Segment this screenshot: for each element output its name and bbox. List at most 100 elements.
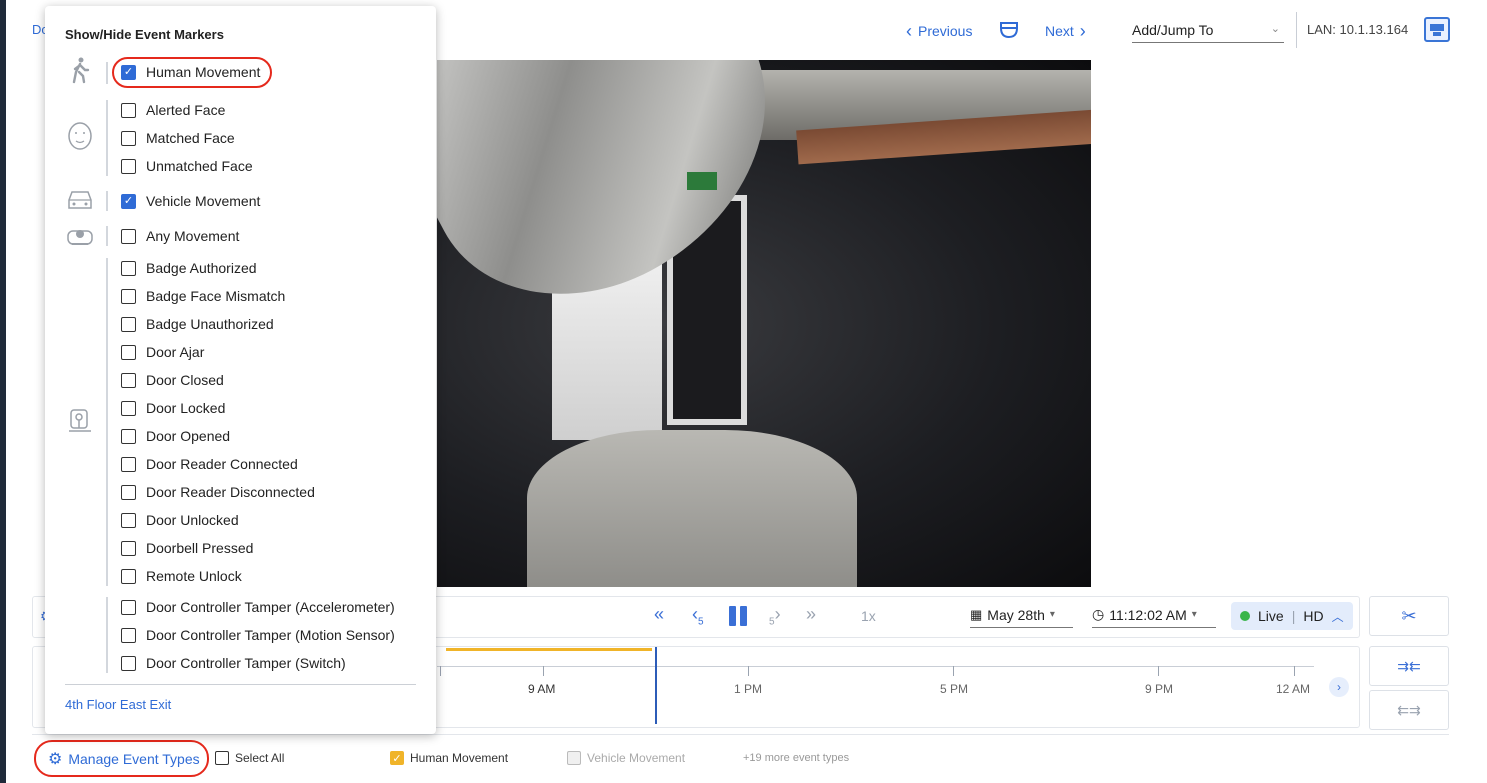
marker-alerted-face[interactable]: Alerted Face xyxy=(121,101,225,119)
marker-human-movement[interactable]: ✓ Human Movement xyxy=(121,63,260,81)
marker-door-reader-connected[interactable]: Door Reader Connected xyxy=(121,455,298,473)
checkbox-box xyxy=(121,428,136,444)
access-reader-icon xyxy=(69,409,91,432)
marker-vehicle-movement[interactable]: ✓ Vehicle Movement xyxy=(121,192,260,210)
select-all-checkbox[interactable]: Select All xyxy=(215,751,284,765)
marker-door-opened[interactable]: Door Opened xyxy=(121,427,230,445)
motion-camera-icon xyxy=(67,230,93,245)
marker-label: Doorbell Pressed xyxy=(146,540,254,556)
check-icon: ✓ xyxy=(390,751,404,765)
marker-label: Door Ajar xyxy=(146,344,205,360)
checkbox-box xyxy=(121,344,136,360)
add-jump-dropdown[interactable]: Add/Jump To ⌄ xyxy=(1132,22,1284,43)
camera-name-link[interactable]: 4th Floor East Exit xyxy=(65,697,171,712)
clip-scissors-button[interactable]: ✂ xyxy=(1369,596,1449,636)
event-markers-panel xyxy=(45,6,436,734)
checkbox-box xyxy=(121,599,136,615)
live-status-dot xyxy=(1240,611,1250,621)
filter-human-movement[interactable]: ✓ Human Movement xyxy=(390,751,508,765)
add-jump-label: Add/Jump To xyxy=(1132,22,1214,38)
camera-video-feed[interactable] xyxy=(437,60,1091,587)
marker-label: Door Closed xyxy=(146,372,224,388)
marker-unmatched-face[interactable]: Unmatched Face xyxy=(121,157,253,175)
next-label: Next xyxy=(1045,23,1074,39)
timeline-event-segment[interactable] xyxy=(446,648,652,651)
marker-any-movement[interactable]: Any Movement xyxy=(121,227,239,245)
marker-label: Matched Face xyxy=(146,130,235,146)
time-picker[interactable]: ◷ 11:12:02 AM ▾ xyxy=(1092,602,1216,628)
timeline-scroll-right-button[interactable]: › xyxy=(1329,677,1349,697)
skip-back-icon[interactable]: « xyxy=(654,604,664,625)
speed-label[interactable]: 1x xyxy=(861,608,876,624)
gear-icon: ⚙ xyxy=(48,750,63,768)
manage-event-types-label: Manage Event Types xyxy=(68,750,200,767)
marker-badge-authorized[interactable]: Badge Authorized xyxy=(121,259,257,277)
next-button[interactable]: Next › xyxy=(1045,20,1092,42)
skip-forward-icon[interactable]: » xyxy=(806,604,816,625)
checkbox-box xyxy=(121,130,136,146)
checkbox-box xyxy=(121,102,136,118)
dome-camera-icon[interactable] xyxy=(998,20,1020,40)
timeline-label: 5 PM xyxy=(940,682,969,696)
checkbox-box xyxy=(121,158,136,174)
chevron-down-icon: ▾ xyxy=(1049,609,1055,620)
timeline-label: 9 AM xyxy=(528,682,556,696)
marker-label: Door Opened xyxy=(146,428,231,444)
pause-button[interactable] xyxy=(729,606,749,626)
checkbox-box xyxy=(567,751,581,765)
forward-5-button[interactable]: 5› xyxy=(769,604,781,628)
marker-label: Door Controller Tamper (Accelerometer) xyxy=(146,599,395,615)
marker-label: Door Locked xyxy=(146,400,226,416)
quality-label: HD xyxy=(1303,608,1324,624)
check-icon: ✓ xyxy=(121,193,136,209)
zoom-out-timeline-button[interactable]: ⇇⇉ xyxy=(1369,690,1449,730)
marker-door-unlocked[interactable]: Door Unlocked xyxy=(121,511,239,529)
marker-remote-unlock[interactable]: Remote Unlock xyxy=(121,567,242,585)
timeline-tick xyxy=(543,666,544,676)
chevron-left-icon: ‹ xyxy=(906,21,912,41)
checkbox-box xyxy=(121,484,136,500)
checkbox-box xyxy=(121,512,136,528)
marker-doorbell-pressed[interactable]: Doorbell Pressed xyxy=(121,539,253,557)
marker-tamper-motion-sensor[interactable]: Door Controller Tamper (Motion Sensor) xyxy=(121,626,395,644)
ethernet-icon[interactable] xyxy=(1424,17,1450,42)
marker-door-closed[interactable]: Door Closed xyxy=(121,371,224,389)
time-value: 11:12:02 AM xyxy=(1109,606,1187,623)
date-picker[interactable]: ▦ May 28th ▾ xyxy=(970,602,1073,628)
timeline-label: 12 AM xyxy=(1276,682,1311,696)
manage-event-types-button[interactable]: ⚙ Manage Event Types xyxy=(34,740,209,777)
checkbox-box xyxy=(121,655,136,671)
marker-label: Door Unlocked xyxy=(146,512,239,528)
timeline-tick xyxy=(1158,666,1159,676)
more-event-types-link[interactable]: +19 more event types xyxy=(743,752,849,764)
marker-tamper-accelerometer[interactable]: Door Controller Tamper (Accelerometer) xyxy=(121,598,395,616)
previous-button[interactable]: ‹ Previous xyxy=(900,20,972,42)
checkbox-box xyxy=(121,568,136,584)
clock-icon: ◷ xyxy=(1092,606,1105,622)
group-divider xyxy=(106,191,108,211)
previous-label: Previous xyxy=(918,23,973,39)
chevron-up-icon: ︿ xyxy=(1331,609,1344,624)
group-divider xyxy=(106,597,108,673)
live-label: Live xyxy=(1258,608,1284,624)
timeline-playhead[interactable] xyxy=(655,647,657,724)
checkbox-box xyxy=(121,627,136,643)
lan-address: LAN: 10.1.13.164 xyxy=(1307,22,1409,37)
checkbox-box xyxy=(121,400,136,416)
marker-door-locked[interactable]: Door Locked xyxy=(121,399,225,417)
marker-label: Alerted Face xyxy=(146,102,226,118)
marker-door-reader-disconnected[interactable]: Door Reader Disconnected xyxy=(121,483,315,501)
person-walking-icon xyxy=(72,57,90,84)
zoom-in-timeline-button[interactable]: ⇉⇇ xyxy=(1369,646,1449,686)
marker-matched-face[interactable]: Matched Face xyxy=(121,129,235,147)
marker-badge-unauthorized[interactable]: Badge Unauthorized xyxy=(121,315,274,333)
live-quality-toggle[interactable]: Live | HD ︿ xyxy=(1231,602,1353,630)
compress-arrows-icon: ⇉⇇ xyxy=(1397,657,1421,674)
filter-vehicle-label: Vehicle Movement xyxy=(587,751,686,765)
marker-tamper-switch[interactable]: Door Controller Tamper (Switch) xyxy=(121,654,346,672)
rewind-5-button[interactable]: ‹5 xyxy=(692,604,704,628)
marker-door-ajar[interactable]: Door Ajar xyxy=(121,343,204,361)
marker-badge-face-mismatch[interactable]: Badge Face Mismatch xyxy=(121,287,285,305)
marker-label: Door Reader Disconnected xyxy=(146,484,315,500)
filter-vehicle-movement[interactable]: Vehicle Movement xyxy=(567,751,685,765)
